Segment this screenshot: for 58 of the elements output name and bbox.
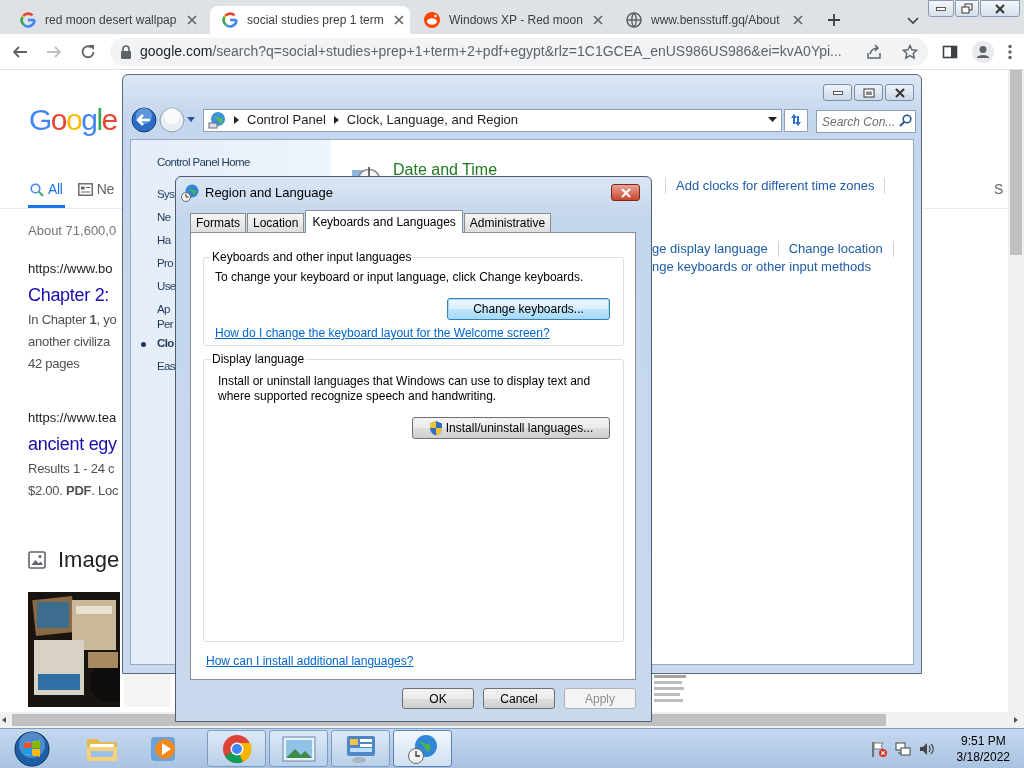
sidebar-link[interactable]: Pro [157, 252, 174, 275]
address-bar[interactable]: Control Panel Clock, Language, and Region [203, 108, 782, 132]
section-heading: Image [58, 547, 120, 573]
sidebar-link[interactable]: Ha [157, 229, 171, 252]
window-title: Region and Language [205, 183, 333, 202]
group-label: Keyboards and other input languages [211, 249, 413, 265]
result-url[interactable]: https://www.bo [28, 259, 113, 279]
browser-tab[interactable]: social studies prep 1 term [210, 6, 410, 34]
sidebar-link[interactable]: Use [157, 275, 176, 298]
tab-title: Windows XP - Red moon [449, 12, 583, 29]
search-tab[interactable]: Ne [75, 174, 116, 208]
result-snippet: In Chapter 1, yo [28, 311, 117, 329]
result-snippet: 42 pages [28, 355, 80, 373]
help-link[interactable]: How can I install additional languages? [206, 653, 414, 669]
browser-tab[interactable]: red moon desert wallpap [8, 6, 208, 34]
description-text: Install or uninstall languages that Windows can use to display text and where supported recognize speech and handwriting. [218, 374, 592, 404]
dialog-tab[interactable]: Keyboards and Languages [305, 210, 463, 233]
result-title[interactable]: Chapter 2: [28, 281, 110, 309]
sidebar-link[interactable]: Sys [157, 183, 175, 206]
tab-title: red moon desert wallpap [45, 12, 177, 29]
result-snippet: $2.00. PDF. Loc [28, 482, 119, 500]
result-snippet: another civiliza [28, 333, 110, 351]
sidebar-link[interactable]: Eas [157, 355, 176, 378]
dialog-tab[interactable]: Administrative [463, 213, 552, 232]
dialog-button[interactable]: Cancel [483, 688, 555, 709]
group-label: Display language [211, 351, 306, 367]
sidebar-link[interactable]: Ne [157, 206, 171, 229]
help-link[interactable]: How do I change the keyboard layout for the Welcome screen? [215, 325, 550, 341]
clock-time[interactable]: 9:51 PM [956, 732, 1010, 749]
result-url[interactable]: https://www.tea [28, 408, 117, 428]
sidebar-link[interactable]: Control Panel Home [157, 154, 250, 170]
task-link[interactable]: nge keyboards or other input methods [652, 258, 871, 276]
breadcrumb-item[interactable]: Control Panel [247, 110, 326, 130]
search-tab[interactable]: S [991, 174, 1005, 208]
dialog-button[interactable]: Change keyboards... [447, 298, 610, 320]
dialog-tab[interactable]: Formats [190, 213, 246, 232]
search-tab[interactable]: All [28, 174, 65, 208]
task-link[interactable]: ge display language [652, 240, 768, 258]
category-title[interactable]: Date and Time [393, 161, 498, 179]
tab-title: www.bensstuff.gq/About [651, 12, 781, 29]
description-text: To change your keyboard or input language, click Change keyboards. [215, 269, 585, 285]
search-field[interactable]: Search Con... [816, 110, 916, 133]
result-stats: About 71,600,0 [28, 222, 117, 240]
tab-title: social studies prep 1 term [247, 12, 384, 29]
result-snippet: Results 1 - 24 c [28, 460, 115, 478]
dialog-tab[interactable]: Location [247, 213, 305, 232]
result-title[interactable]: ancient egy [28, 430, 117, 458]
task-link[interactable]: Change location [788, 240, 883, 258]
task-link[interactable]: Add clocks for different time zones [676, 177, 875, 195]
sidebar-link[interactable]: Clo [157, 332, 174, 355]
dialog-button[interactable]: OK [402, 688, 474, 709]
google-logo[interactable]: Google [29, 102, 117, 138]
browser-tab[interactable]: Windows XP - Red moon [412, 6, 612, 34]
sidebar-link[interactable]: Ap Per [157, 298, 174, 332]
breadcrumb-item[interactable]: Clock, Language, and Region [346, 110, 519, 130]
dialog-button[interactable]: Install/uninstall languages... [412, 417, 610, 439]
browser-tab[interactable]: www.bensstuff.gq/About [614, 6, 814, 34]
clock-date[interactable]: 3/18/2022 [956, 748, 1010, 765]
